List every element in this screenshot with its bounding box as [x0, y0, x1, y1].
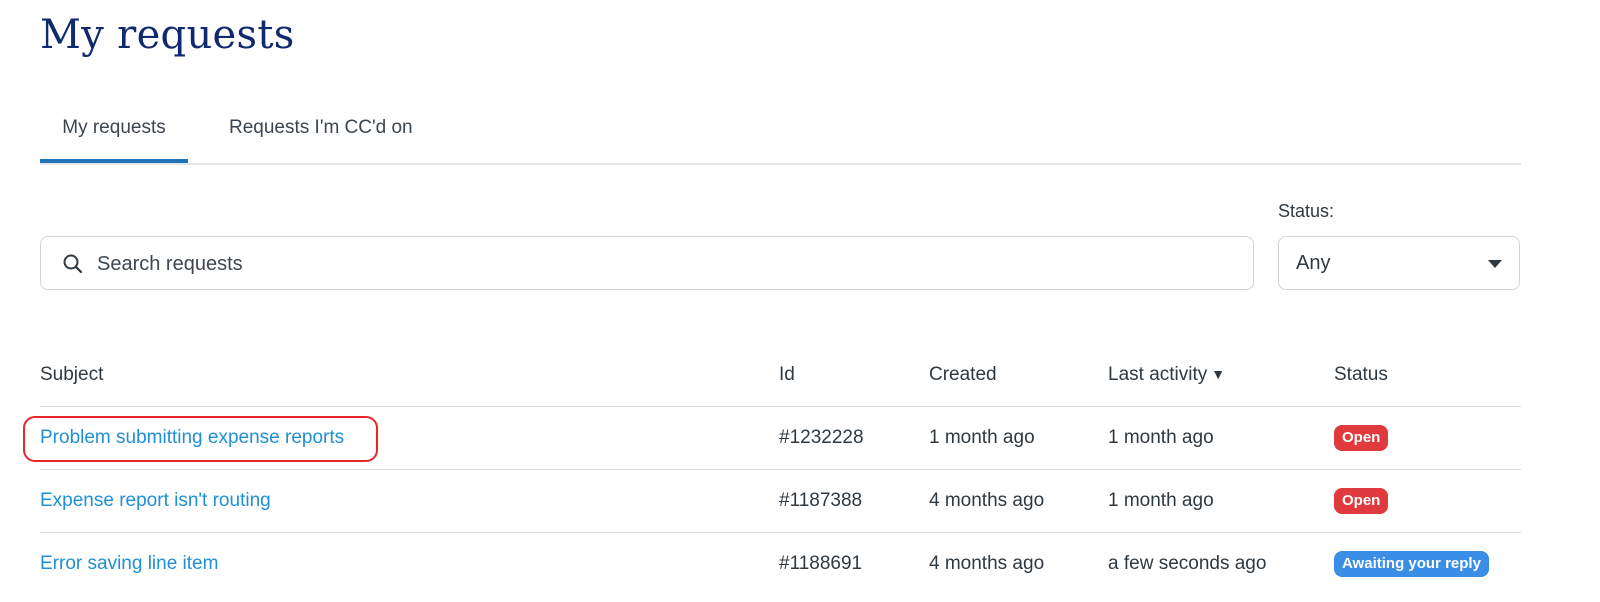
column-header-id[interactable]: Id: [779, 364, 795, 386]
request-last-activity: a few seconds ago: [1108, 553, 1267, 574]
status-badge: Awaiting your reply: [1334, 551, 1489, 577]
column-header-last-activity-label: Last activity: [1108, 364, 1208, 385]
status-select[interactable]: Any: [1278, 236, 1520, 290]
request-subject-cell: Problem submitting expense reports: [40, 427, 344, 449]
column-header-subject[interactable]: Subject: [40, 364, 103, 386]
request-subject-cell: Expense report isn't routing: [40, 490, 271, 512]
request-subject-cell: Error saving line item: [40, 553, 218, 575]
column-header-status[interactable]: Status: [1334, 364, 1388, 386]
request-subject-link[interactable]: Expense report isn't routing: [40, 490, 271, 511]
tab-requests-cc[interactable]: Requests I'm CC'd on: [229, 100, 413, 161]
request-subject-link[interactable]: Problem submitting expense reports: [40, 427, 344, 448]
request-created: 1 month ago: [929, 427, 1035, 448]
request-id: #1232228: [779, 427, 864, 448]
tabs: My requests Requests I'm CC'd on: [40, 100, 1521, 165]
status-badge: Open: [1334, 488, 1389, 514]
column-header-last-activity[interactable]: Last activity ▼: [1108, 364, 1225, 386]
table-row: Error saving line item #1188691 4 months…: [40, 533, 1521, 595]
table-row: Problem submitting expense reports #1232…: [40, 407, 1521, 470]
request-created: 4 months ago: [929, 553, 1045, 574]
request-id: #1188691: [779, 553, 863, 574]
column-header-created[interactable]: Created: [929, 364, 997, 386]
requests-table: Subject Id Created Last activity ▼ Status…: [40, 344, 1521, 595]
request-created: 4 months ago: [929, 490, 1045, 511]
request-last-activity: 1 month ago: [1108, 427, 1214, 448]
search-input[interactable]: [95, 245, 1239, 283]
search-icon: [63, 254, 83, 274]
table-row: Expense report isn't routing #1187388 4 …: [40, 470, 1521, 533]
request-last-activity: 1 month ago: [1108, 490, 1214, 511]
request-id: #1187388: [779, 490, 863, 511]
tab-my-requests[interactable]: My requests: [40, 100, 188, 163]
request-subject-link[interactable]: Error saving line item: [40, 553, 218, 574]
page: My requests My requests Requests I'm CC'…: [0, 0, 1600, 602]
search-box[interactable]: [40, 236, 1254, 290]
status-filter-label: Status:: [1278, 201, 1335, 221]
status-select-value: Any: [1296, 252, 1331, 274]
table-header: Subject Id Created Last activity ▼ Status: [40, 344, 1521, 407]
page-title: My requests: [40, 12, 295, 58]
status-badge: Open: [1334, 425, 1389, 451]
chevron-down-icon: [1488, 260, 1502, 268]
sort-descending-icon: ▼: [1211, 366, 1226, 382]
